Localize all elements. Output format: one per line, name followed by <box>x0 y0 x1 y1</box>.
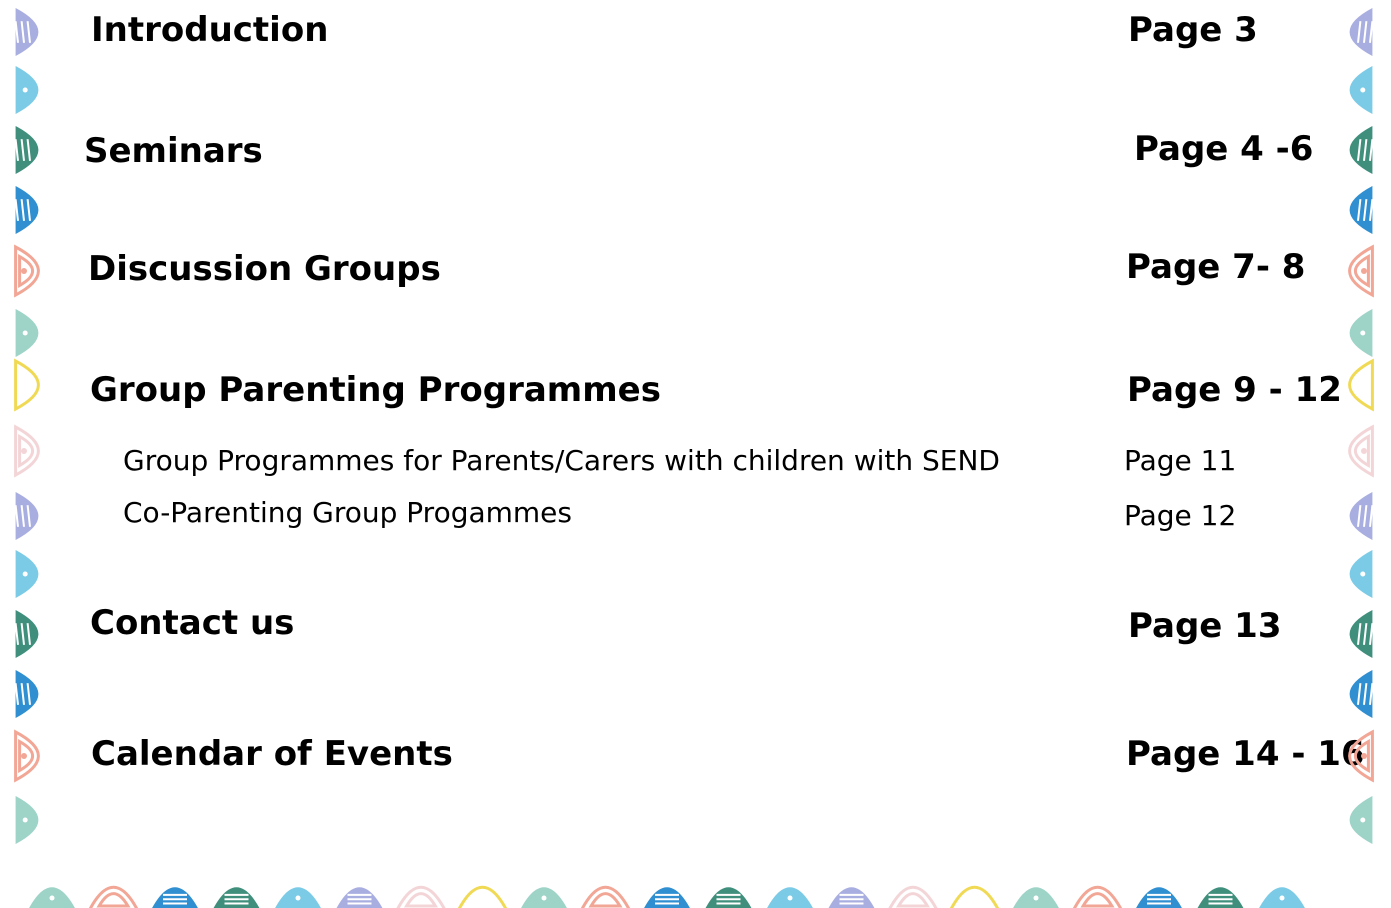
doodle-shape <box>1348 244 1374 298</box>
doodle-shape <box>275 887 321 908</box>
doodle-shape <box>1197 887 1244 908</box>
left-border-shapes <box>14 8 40 844</box>
doodle-shape <box>14 424 40 478</box>
doodle-shape <box>1349 670 1374 718</box>
doodle-shape <box>15 309 39 357</box>
toc-entry-seminars: Seminars <box>84 131 263 171</box>
doodle-shape <box>396 885 446 908</box>
toc-subpage-send-programmes: Page 11 <box>1124 444 1237 477</box>
doodle-shape <box>828 887 875 908</box>
doodle-shape <box>1349 796 1373 844</box>
toc-page-calendar-of-events: Page 14 - 16 <box>1126 734 1365 774</box>
doodle-shape <box>213 887 260 908</box>
doodle-shape <box>1349 126 1374 174</box>
doodle-shape <box>14 492 39 540</box>
doodle-shape <box>767 887 813 908</box>
toc-page-introduction: Page 3 <box>1128 10 1258 50</box>
doodle-shape <box>1349 8 1374 56</box>
doodle-shape <box>644 887 690 908</box>
doodle-shape <box>1136 887 1182 908</box>
doodle-shape <box>15 796 39 844</box>
doodle-shape <box>1013 887 1059 908</box>
toc-page-contact-us: Page 13 <box>1128 606 1282 646</box>
doodle-shape <box>1349 66 1373 114</box>
doodle-shape <box>15 550 39 598</box>
doodle-shape <box>336 887 383 908</box>
doodle-shape <box>888 885 938 908</box>
doodle-shape <box>1349 550 1373 598</box>
doodle-shape <box>1349 309 1373 357</box>
doodle-shape <box>949 885 1000 908</box>
bottom-border-shapes <box>29 885 1305 908</box>
toc-subentry-co-parenting: Co-Parenting Group Progammes <box>123 496 572 529</box>
doodle-shape <box>580 885 631 908</box>
toc-entry-discussion-groups: Discussion Groups <box>88 249 441 289</box>
doodle-shape <box>1349 610 1374 658</box>
doodle-shape <box>14 610 39 658</box>
doodle-shape <box>705 887 752 908</box>
doodle-shape <box>14 244 40 298</box>
doodle-shape <box>1349 186 1374 234</box>
doodle-shape <box>14 670 39 718</box>
doodle-shape <box>457 885 508 908</box>
doodle-shape <box>14 729 40 783</box>
toc-page-group-parenting-programmes: Page 9 - 12 <box>1127 370 1342 410</box>
doodle-shape <box>14 358 40 412</box>
toc-entry-contact-us: Contact us <box>90 603 295 643</box>
toc-page-seminars: Page 4 -6 <box>1134 129 1314 169</box>
doodle-shape <box>521 887 567 908</box>
doodle-shape <box>152 887 198 908</box>
toc-entry-introduction: Introduction <box>91 10 329 50</box>
doodle-shape <box>1348 358 1374 412</box>
doodle-shape <box>15 66 39 114</box>
toc-subentry-send-programmes: Group Programmes for Parents/Carers with… <box>123 444 1000 477</box>
doodle-shape <box>1348 424 1374 478</box>
toc-entry-calendar-of-events: Calendar of Events <box>91 734 453 774</box>
right-border-shapes <box>1348 8 1374 844</box>
doodle-shape <box>14 126 39 174</box>
doodle-shape <box>1072 885 1123 908</box>
doodle-shape <box>1349 492 1374 540</box>
doodle-shape <box>14 8 39 56</box>
toc-entry-group-parenting-programmes: Group Parenting Programmes <box>90 370 661 410</box>
doodle-shape <box>88 885 139 908</box>
doodle-shape <box>1259 887 1305 908</box>
doodle-shape <box>29 887 75 908</box>
doodle-shape <box>14 186 39 234</box>
toc-page-discussion-groups: Page 7- 8 <box>1126 247 1306 287</box>
toc-subpage-co-parenting: Page 12 <box>1124 499 1237 532</box>
